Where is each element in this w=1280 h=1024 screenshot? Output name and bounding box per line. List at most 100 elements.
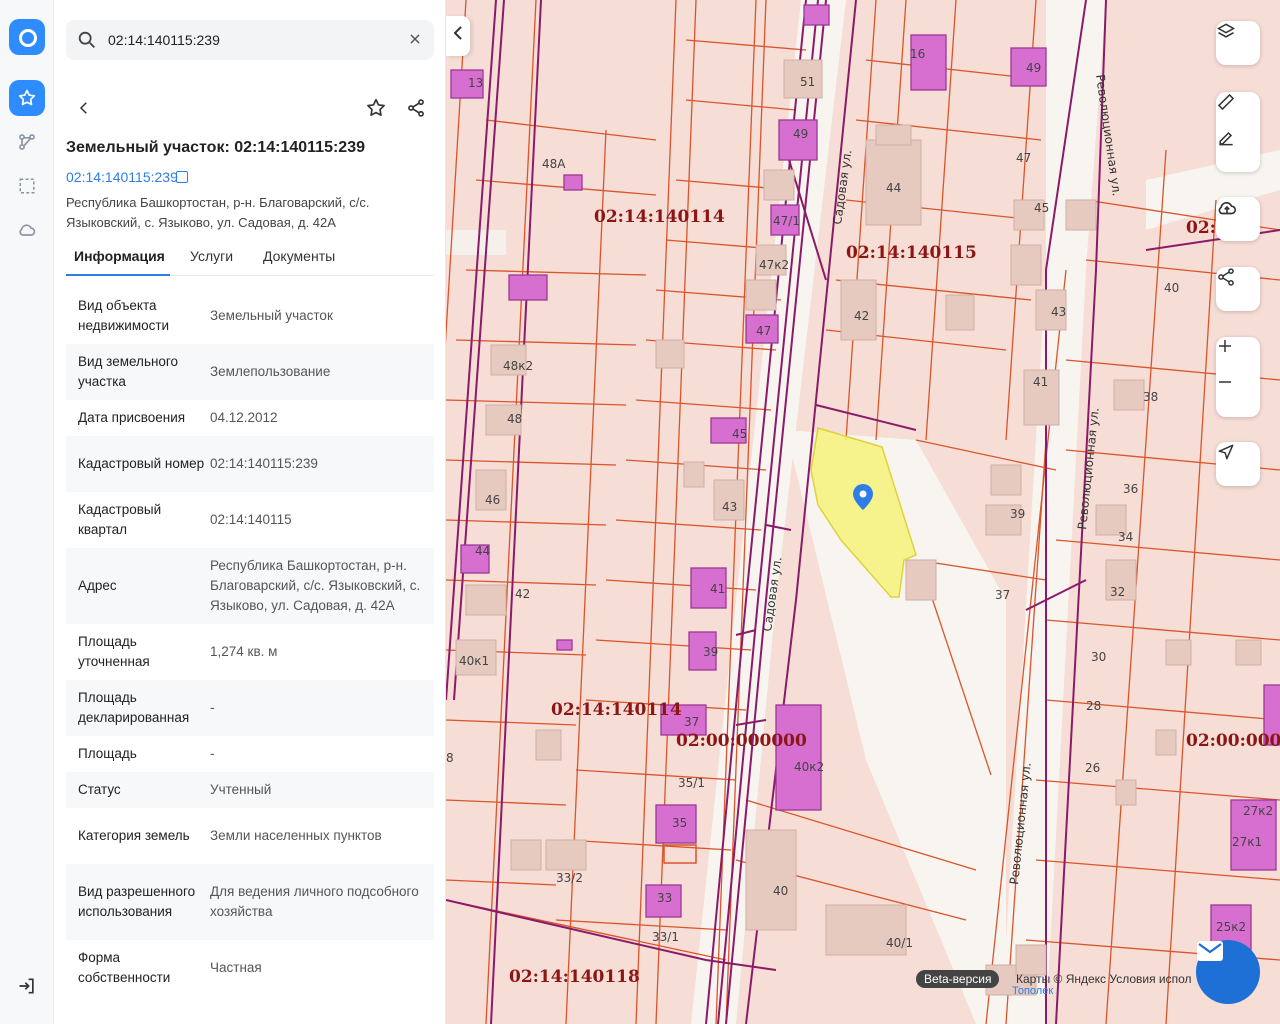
house-number: 33/1 [652,930,679,944]
cadastral-map[interactable]: 02:14:140114 02:14:140115 02:14:140114 0… [446,0,1280,1024]
share-icon [408,99,424,117]
layers-icon [1216,23,1236,38]
navigation-icon [1218,444,1234,460]
house-number: 40 [773,884,788,898]
zoom-in-button[interactable] [1216,337,1260,373]
tab-documents[interactable]: Документы [263,248,335,264]
house-number: 41 [710,582,725,596]
table-row: Площадь уточненная 1,274 кв. м [66,624,434,680]
locate-button[interactable] [1216,442,1260,486]
table-row: Адрес Республика Башкортостан, р-н. Благо… [66,548,434,624]
table-row: Форма собственности Частная [66,940,434,996]
info-panel: Земельный участок: 02:14:140115:239 02:1… [54,0,446,1024]
map-canvas[interactable]: 02:14:140114 02:14:140115 02:14:140114 0… [446,0,1280,1024]
cloud-nav-button[interactable] [9,212,45,248]
cadastral-number-link[interactable]: 02:14:140115:239 [66,169,178,185]
house-number: 34 [1118,530,1133,544]
house-number: 51 [800,75,815,89]
street-label: Садовая ул. [830,149,854,226]
ruler-button[interactable] [1216,92,1260,128]
row-value: Частная [210,960,262,975]
active-tab-indicator [66,274,170,276]
table-row: Вид земельного участка Землепользование [66,344,434,400]
tab-information[interactable]: Информация [74,248,165,264]
house-number: 44 [475,544,490,558]
house-number: 32 [1110,585,1125,599]
edit-icon [1219,131,1233,146]
house-number: 37 [995,588,1010,602]
row-value: Республика Башкортостан, р-н. Благоварск… [210,558,421,613]
table-row: Площадь - [66,736,434,772]
share-icon [1218,268,1234,286]
row-key: Площадь декларированная [78,690,190,725]
table-row: Кадастровый квартал 02:14:140115 [66,492,434,548]
row-value: Землепользование [210,364,331,379]
house-number: 49 [1026,61,1041,75]
house-number: 45 [732,427,747,441]
row-key: Дата присвоения [78,410,186,425]
feedback-button[interactable] [1196,940,1260,1004]
quarter-label: 02:00:000000 [676,731,807,751]
favorites-nav-button[interactable] [9,80,45,116]
house-number: 38 [1143,390,1158,404]
row-key: Вид объекта недвижимости [78,298,170,333]
share-button[interactable] [398,90,434,126]
house-number: 47/1 [773,214,800,228]
house-number: 36 [1123,482,1138,496]
house-number: 40к1 [459,654,489,668]
house-number: 49 [793,127,808,141]
app-logo[interactable] [9,19,45,55]
house-number: 25к2 [1216,920,1246,934]
map-attribution[interactable]: Карты © Яндекс Условия испол [1016,972,1192,986]
collapse-panel-button[interactable] [446,16,470,56]
ruler-icon [1217,93,1235,111]
route-nav-button[interactable] [9,124,45,160]
row-key: Категория земель [78,828,190,843]
table-row: Площадь декларированная - [66,680,434,736]
beta-badge: Beta-версия [916,970,1000,988]
map-share-button[interactable] [1216,267,1260,311]
search-bar [66,20,434,60]
house-number: 27к2 [1243,804,1273,818]
table-row: Категория земель Земли населенных пунктов [66,808,434,864]
select-area-nav-button[interactable] [9,168,45,204]
minus-icon [1219,381,1231,383]
house-number: 8 [446,751,454,765]
favorite-button[interactable] [358,90,394,126]
cloud-upload-icon [1218,201,1237,215]
back-button[interactable] [66,90,102,126]
chevron-left-icon [453,26,462,40]
row-value: 04.12.2012 [210,410,278,425]
layers-button[interactable] [1216,21,1260,65]
quarter-label: 02:14:140115 [846,243,977,263]
house-number: 45 [1034,201,1049,215]
house-number: 16 [910,47,925,61]
zoom-out-button[interactable] [1216,373,1260,409]
upload-button[interactable] [1216,197,1260,241]
star-icon [367,98,385,116]
row-key: Статус [78,782,121,797]
house-number: 40к2 [794,760,824,774]
info-table: Вид объекта недвижимости Земельный участо… [66,288,434,996]
table-row: Дата присвоения 04.12.2012 [66,400,434,436]
logout-button[interactable] [9,968,45,1004]
house-number: 13 [468,76,483,90]
row-key: Вид разрешенного использования [78,884,196,919]
logout-icon [19,978,34,994]
clear-search-button[interactable] [404,29,426,51]
edit-button[interactable] [1216,128,1260,164]
copy-icon[interactable] [176,171,188,183]
table-row: Статус Учтенный [66,772,434,808]
house-number: 35 [672,816,687,830]
table-row: Вид объекта недвижимости Земельный участо… [66,288,434,344]
row-value: - [210,700,215,715]
star-icon [18,89,36,106]
quarter-label: 02:14:140118 [509,967,640,987]
street-label: Революционная ул. [1093,73,1124,197]
cloud-icon [19,224,36,236]
search-input[interactable] [108,20,388,60]
house-number: 26 [1085,761,1100,775]
mail-icon [1197,941,1223,961]
tab-services[interactable]: Услуги [190,248,233,264]
quarter-label: 02: [1186,218,1216,238]
